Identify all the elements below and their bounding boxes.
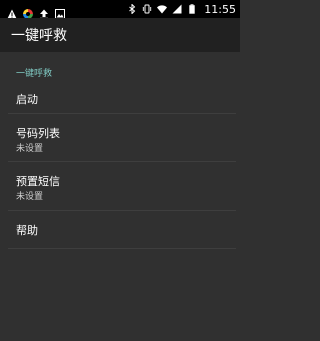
- wifi-icon: [157, 4, 168, 14]
- status-time: 11:55: [204, 2, 236, 16]
- settings-category-header: 一键呼救: [16, 69, 53, 79]
- image-icon: [55, 4, 65, 19]
- app-bar: 一键呼救: [0, 18, 240, 52]
- warning-icon: [7, 4, 17, 19]
- colorwheel-app-icon: [23, 4, 33, 19]
- pref-preset-sms[interactable]: 预置短信 未设置: [0, 162, 240, 209]
- pref-preset-sms-summary: 未设置: [16, 192, 44, 202]
- pref-number-list-title: 号码列表: [16, 127, 60, 140]
- upload-icon: [39, 4, 49, 19]
- page-title: 一键呼救: [11, 28, 67, 44]
- bluetooth-icon: [127, 3, 137, 15]
- settings-list: 一键呼救 启动 号码列表 未设置 预置短信 未设置 帮助: [0, 52, 240, 341]
- pref-start-title: 启动: [16, 93, 38, 106]
- vibrate-icon: [142, 4, 152, 14]
- pref-start[interactable]: 启动: [0, 82, 240, 112]
- pref-help-title: 帮助: [16, 224, 38, 237]
- battery-icon: [187, 4, 197, 14]
- pref-help[interactable]: 帮助: [0, 211, 240, 247]
- pref-number-list[interactable]: 号码列表 未设置: [0, 114, 240, 160]
- status-bar: 11:55: [0, 0, 240, 19]
- pref-number-list-summary: 未设置: [16, 144, 44, 154]
- signal-icon: [172, 4, 182, 14]
- pref-preset-sms-title: 预置短信: [16, 175, 60, 188]
- divider: [8, 248, 236, 249]
